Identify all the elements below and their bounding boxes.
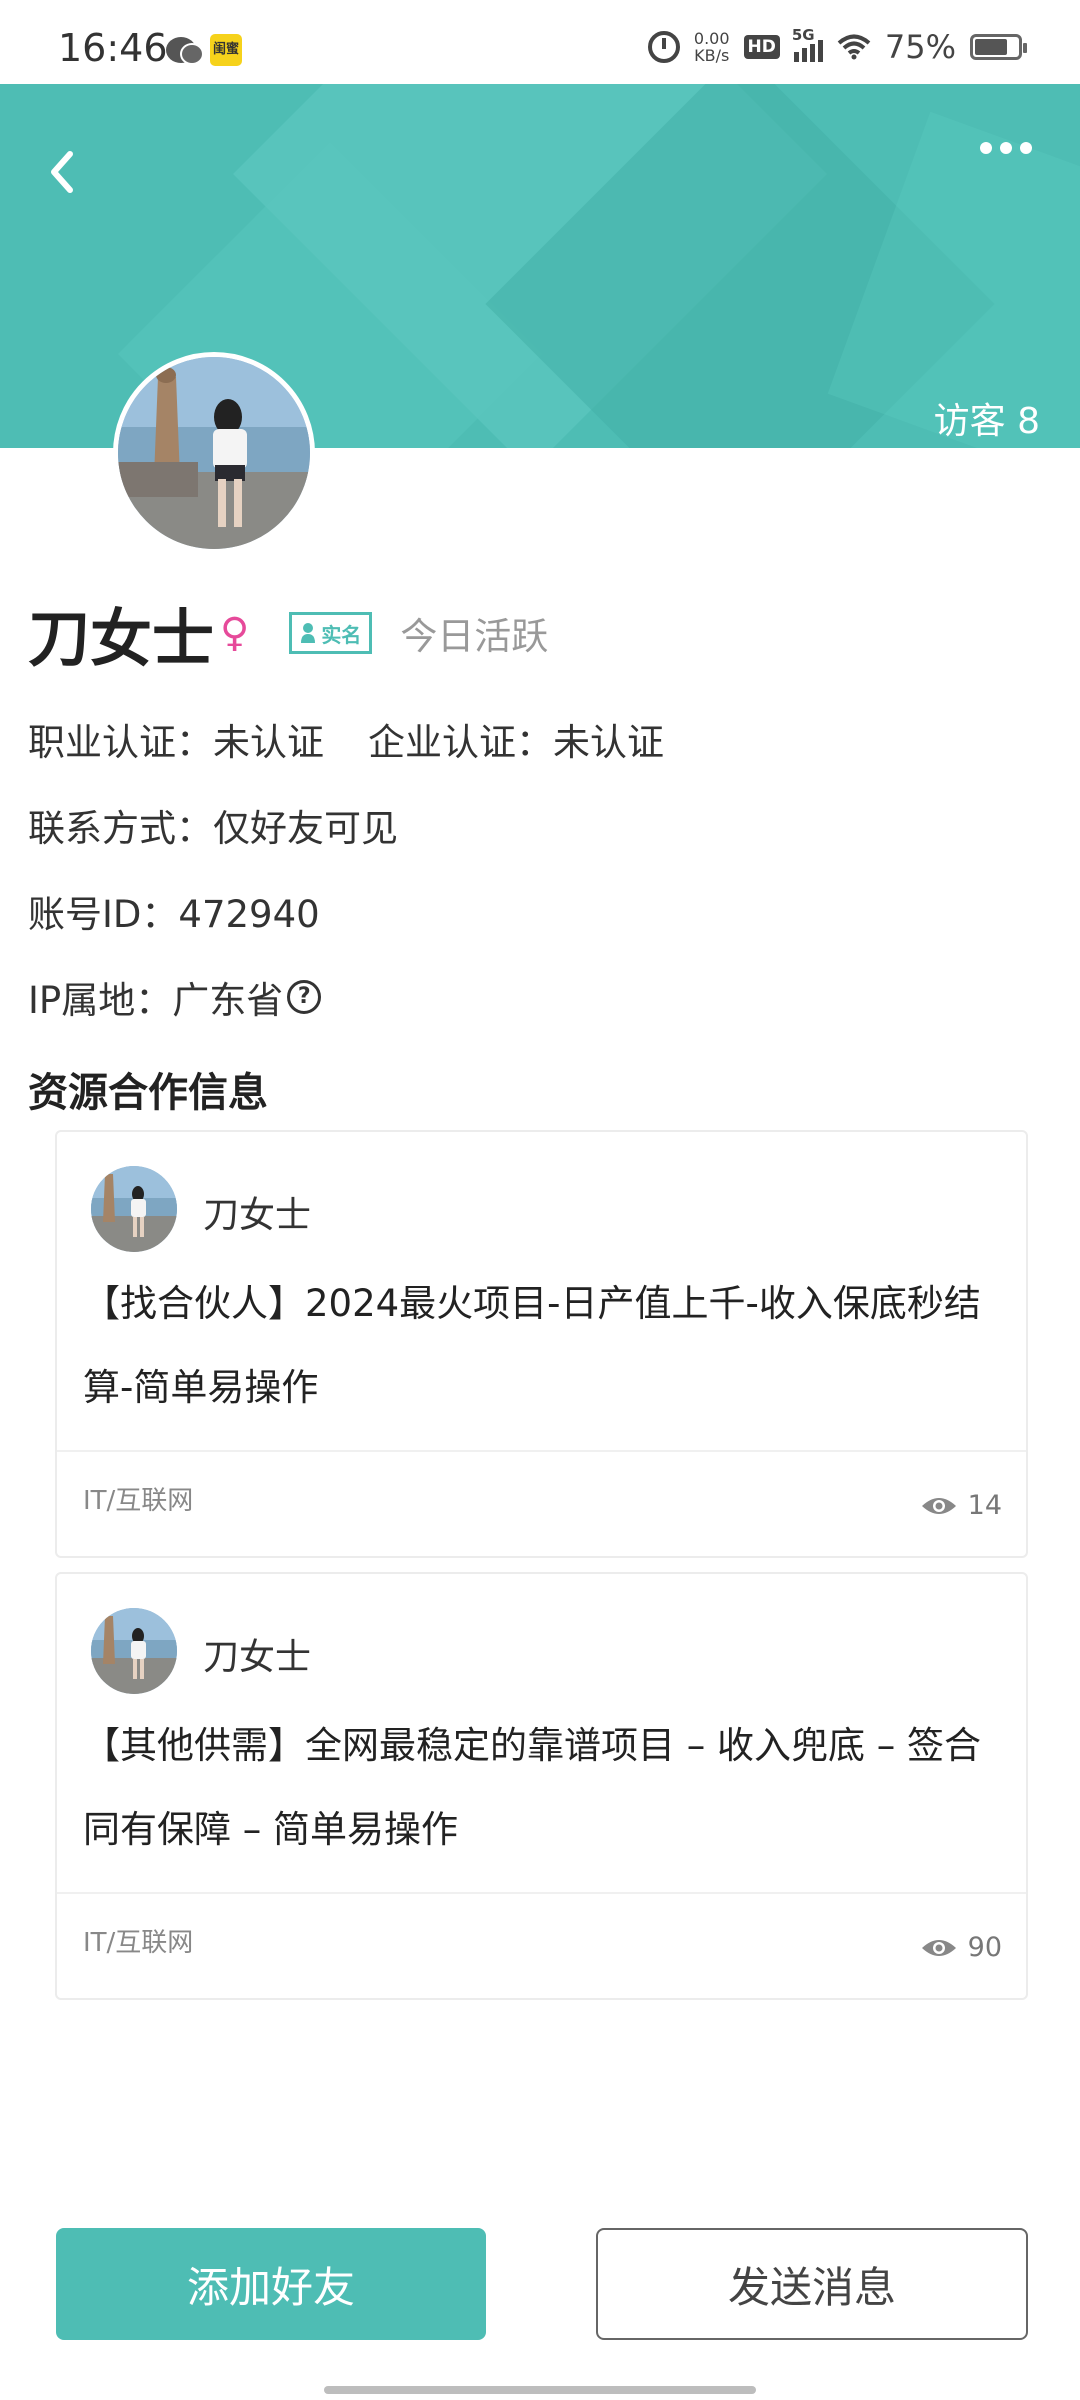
author-name: 刀女士 <box>203 1637 312 1678</box>
net-speed-unit: KB/s <box>694 46 730 65</box>
account-id: 账号ID：472940 <box>28 893 320 936</box>
person-icon <box>301 623 316 643</box>
notification-icons: 闺蜜 <box>166 34 242 66</box>
certification-line: 职业认证：未认证 企业认证：未认证 <box>28 712 664 766</box>
status-time: 16:46 <box>58 26 168 70</box>
name-row: 刀女士 ♀ 实名 今日活跃 <box>28 588 548 678</box>
author-avatar <box>91 1166 177 1252</box>
home-indicator[interactable] <box>324 2386 756 2394</box>
help-icon[interactable]: ? <box>287 980 322 1014</box>
career-cert: 职业认证：未认证 <box>28 721 324 764</box>
female-icon: ♀ <box>220 610 250 656</box>
status-bar: 16:46 闺蜜 0.00 KB/s HD 5G 75% <box>0 0 1080 84</box>
battery-icon <box>970 34 1027 60</box>
eye-icon <box>921 1939 956 1956</box>
post-card[interactable]: 刀女士 【找合伙人】2024最火项目-日产值上千-收入保底秒结算-简单易操作 I… <box>55 1130 1028 1558</box>
post-title[interactable]: 【找合伙人】2024最火项目-日产值上千-收入保底秒结算-简单易操作 <box>83 1262 1013 1430</box>
send-message-button[interactable]: 发送消息 <box>596 2228 1028 2340</box>
wifi-icon <box>837 34 871 60</box>
net-speed: 0.00 KB/s <box>694 30 730 64</box>
view-count-value: 14 <box>967 1490 1002 1521</box>
section-title: 资源合作信息 <box>28 1070 268 1116</box>
add-friend-button[interactable]: 添加好友 <box>56 2228 486 2340</box>
app-notification-icon: 闺蜜 <box>210 34 242 66</box>
more-dots-icon <box>980 142 992 154</box>
post-title[interactable]: 【其他供需】全网最稳定的靠谱项目 – 收入兜底 – 签合同有保障 – 简单易操作 <box>83 1704 1013 1872</box>
alarm-icon <box>647 31 680 63</box>
profile-avatar[interactable] <box>113 352 315 554</box>
avatar-photo <box>118 357 310 549</box>
chevron-left-icon <box>51 151 73 193</box>
verified-badge: 实名 <box>289 612 373 654</box>
view-count: 14 <box>920 1490 1002 1521</box>
divider <box>57 1892 1026 1894</box>
verified-label: 实名 <box>321 622 362 647</box>
hd-badge: HD <box>743 35 780 59</box>
signal-icon: 5G <box>792 26 823 62</box>
author-name: 刀女士 <box>203 1195 312 1236</box>
company-cert: 企业认证：未认证 <box>368 721 664 764</box>
net-speed-value: 0.00 <box>693 29 730 48</box>
eye-icon <box>921 1497 956 1514</box>
wechat-icon <box>166 37 204 65</box>
divider <box>57 1450 1026 1452</box>
more-options-button[interactable] <box>974 128 1038 168</box>
view-count: 90 <box>920 1932 1002 1963</box>
battery-percent: 75% <box>884 28 956 66</box>
activity-status: 今日活跃 <box>400 615 549 658</box>
author-avatar <box>91 1608 177 1694</box>
visitor-count[interactable]: 访客 8 <box>934 392 1040 444</box>
contact-info: 联系方式：仅好友可见 <box>28 807 398 850</box>
status-right: 0.00 KB/s HD 5G 75% <box>647 26 1027 66</box>
ip-location-line: IP属地：广东省 ? <box>28 970 322 1024</box>
back-button[interactable] <box>38 142 88 202</box>
ip-location: IP属地：广东省 <box>28 979 284 1022</box>
view-count-value: 90 <box>967 1932 1002 1963</box>
network-type: 5G <box>791 26 815 44</box>
post-card[interactable]: 刀女士 【其他供需】全网最稳定的靠谱项目 – 收入兜底 – 签合同有保障 – 简… <box>55 1572 1028 2000</box>
profile-name: 刀女士 <box>28 602 215 675</box>
post-category: IT/互联网 <box>83 1486 194 1516</box>
post-category: IT/互联网 <box>83 1928 194 1958</box>
